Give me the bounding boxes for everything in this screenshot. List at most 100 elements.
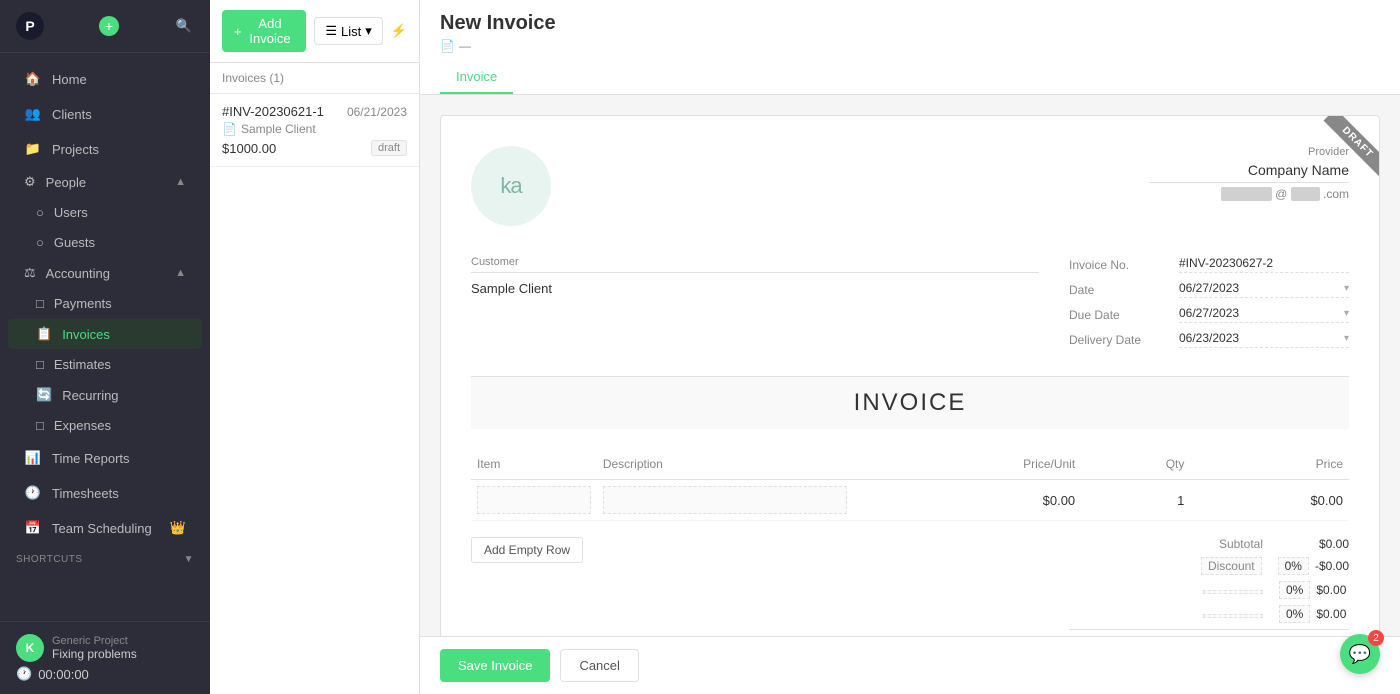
timer-value: 00:00:00: [38, 667, 89, 682]
chat-button[interactable]: 💬 2: [1340, 634, 1380, 674]
tax2-row: 0% $0.00: [1069, 605, 1349, 623]
chevron-down-icon[interactable]: ▼: [184, 554, 194, 565]
list-button[interactable]: ☰ List ▾: [314, 17, 382, 45]
tax1-pct-input[interactable]: 0%: [1279, 581, 1310, 599]
sidebar-item-label: Team Scheduling: [52, 521, 152, 536]
sidebar-subitem-estimates[interactable]: □ Estimates: [8, 350, 202, 379]
recurring-icon: 🔄: [36, 387, 52, 403]
footer-project-label: Generic Project: [52, 635, 137, 647]
invoice-title-section: INVOICE: [471, 376, 1349, 429]
delivery-date-value[interactable]: 06/23/2023 ▾: [1179, 331, 1349, 348]
save-invoice-button[interactable]: Save Invoice: [440, 649, 550, 682]
chat-icon: 💬: [1349, 644, 1371, 665]
user-avatar: K: [16, 634, 44, 662]
page-title: New Invoice: [440, 12, 1380, 35]
discount-name[interactable]: Discount: [1201, 557, 1262, 575]
add-row-section: Add Empty Row: [471, 537, 583, 575]
sidebar-item-label: People: [46, 175, 86, 190]
date-label: Date: [1069, 283, 1179, 297]
sidebar-subitem-recurring[interactable]: 🔄 Recurring: [8, 380, 202, 410]
team-scheduling-icon: 📅: [24, 519, 42, 537]
tab-invoice[interactable]: Invoice: [440, 61, 513, 94]
discount-amount: -$0.00: [1315, 559, 1349, 573]
filter-icon[interactable]: ⚡: [391, 23, 407, 39]
time-reports-icon: 📊: [24, 449, 42, 467]
tax2-pct-input[interactable]: 0%: [1279, 605, 1310, 623]
cancel-button[interactable]: Cancel: [560, 649, 638, 682]
description-cell[interactable]: [597, 480, 853, 521]
sidebar-item-home[interactable]: 🏠 Home: [8, 62, 202, 96]
date-value[interactable]: 06/27/2023 ▾: [1179, 281, 1349, 298]
chevron-down-icon: ▾: [1344, 283, 1349, 294]
tax2-label: [1069, 607, 1279, 621]
sidebar-subitem-invoices[interactable]: 📋 Invoices: [8, 319, 202, 349]
sidebar-item-label: Expenses: [54, 418, 111, 433]
add-button[interactable]: +: [99, 16, 119, 36]
sidebar-item-clients[interactable]: 👥 Clients: [8, 97, 202, 131]
sidebar-subitem-payments[interactable]: □ Payments: [8, 289, 202, 318]
invoice-title: INVOICE: [854, 389, 967, 416]
discount-pct-input[interactable]: 0%: [1278, 557, 1309, 575]
sidebar-subitem-users[interactable]: ○ Users: [8, 198, 202, 227]
estimates-icon: □: [36, 357, 44, 372]
invoice-no-label: Invoice No.: [1069, 258, 1179, 272]
payments-icon: □: [36, 296, 44, 311]
item-cell[interactable]: [471, 480, 597, 521]
main-header: New Invoice 📄 — Invoice: [420, 0, 1400, 95]
sidebar-subitem-expenses[interactable]: □ Expenses: [8, 411, 202, 440]
tax1-amount: $0.00: [1316, 583, 1346, 597]
sidebar-item-label: Projects: [52, 142, 99, 157]
sidebar-subitem-guests[interactable]: ○ Guests: [8, 228, 202, 257]
crown-icon: 👑: [170, 520, 186, 536]
sidebar-item-people[interactable]: ⚙ People ▲: [8, 167, 202, 197]
item-input[interactable]: [477, 486, 591, 514]
add-empty-row-button[interactable]: Add Empty Row: [471, 537, 583, 563]
meta-delivery-date: Delivery Date 06/23/2023 ▾: [1069, 331, 1349, 348]
company-logo: ka: [471, 146, 551, 226]
subtotal-row: Subtotal $0.00: [1069, 537, 1349, 551]
sidebar-item-team-scheduling[interactable]: 📅 Team Scheduling 👑: [8, 511, 202, 545]
discount-label: Discount: [1069, 557, 1278, 575]
logo-icon: P: [16, 12, 44, 40]
sidebar-item-label: Clients: [52, 107, 92, 122]
sidebar-item-label: Recurring: [62, 388, 118, 403]
clock-icon: 🕐: [16, 666, 32, 682]
discount-value-row: 0% -$0.00: [1278, 557, 1349, 575]
col-price-unit: Price/Unit: [853, 449, 1081, 480]
col-item: Item: [471, 449, 597, 480]
description-input[interactable]: [603, 486, 847, 514]
due-date-value[interactable]: 06/27/2023 ▾: [1179, 306, 1349, 323]
price-unit-cell: $0.00: [853, 480, 1081, 521]
form-top: ka Provider Company Name ●●●●●●● @ ●●●● …: [471, 146, 1349, 226]
chevron-down-icon: ▾: [1344, 333, 1349, 344]
sidebar-item-timesheets[interactable]: 🕐 Timesheets: [8, 476, 202, 510]
plus-icon: +: [234, 24, 242, 39]
invoice-card[interactable]: #INV-20230621-1 06/21/2023 📄 Sample Clie…: [210, 94, 419, 167]
search-icon[interactable]: 🔍: [174, 16, 194, 36]
meta-due-date: Due Date 06/27/2023 ▾: [1069, 306, 1349, 323]
form-footer: Save Invoice Cancel: [420, 636, 1400, 694]
invoice-form: ka Provider Company Name ●●●●●●● @ ●●●● …: [420, 95, 1400, 636]
email-masked: ●●●●●●●: [1221, 187, 1272, 201]
sidebar: P + 🔍 🏠 Home 👥 Clients 📁 Projects ⚙ Peop…: [0, 0, 210, 694]
customer-name: Sample Client: [471, 277, 1039, 300]
sidebar-item-projects[interactable]: 📁 Projects: [8, 132, 202, 166]
main-content: New Invoice 📄 — Invoice ka Provider Comp…: [420, 0, 1400, 694]
sidebar-item-time-reports[interactable]: 📊 Time Reports: [8, 441, 202, 475]
tax1-label: [1069, 583, 1279, 597]
sidebar-item-label: Guests: [54, 235, 95, 250]
invoice-status: draft: [371, 140, 407, 156]
chat-badge: 2: [1368, 630, 1384, 646]
chevron-up-icon: ▲: [175, 176, 186, 188]
meta-invoice-no: Invoice No. #INV-20230627-2: [1069, 256, 1349, 273]
discount-row: Discount 0% -$0.00: [1069, 557, 1349, 575]
invoices-count-text: Invoices (1): [222, 71, 284, 85]
qty-cell: 1: [1081, 480, 1190, 521]
sidebar-item-accounting[interactable]: ⚖ Accounting ▲: [8, 258, 202, 288]
delivery-date-label: Delivery Date: [1069, 333, 1179, 347]
add-invoice-button[interactable]: + Add Invoice: [222, 10, 306, 52]
tax2-name[interactable]: [1203, 614, 1263, 618]
customer-section: Customer Sample Client: [471, 256, 1039, 356]
tax1-name[interactable]: [1203, 590, 1263, 594]
sidebar-item-label: Timesheets: [52, 486, 119, 501]
